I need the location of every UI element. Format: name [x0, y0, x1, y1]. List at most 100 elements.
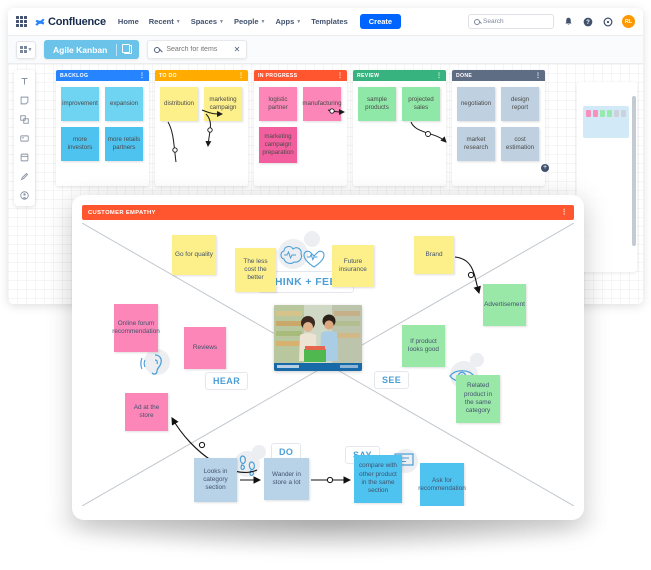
kanban-card[interactable]: negotiation	[457, 87, 495, 121]
column-body[interactable]: sample products projected sales	[353, 81, 446, 186]
shapes-tool-icon[interactable]	[17, 112, 32, 126]
global-search-box[interactable]: Search	[468, 14, 554, 29]
add-column-button[interactable]: +	[541, 164, 549, 172]
screenshot-stage: Confluence Home Recent ▼ Spaces ▼ People ▼ …	[0, 0, 651, 570]
text-tool-icon[interactable]	[17, 74, 32, 88]
kanban-card[interactable]: marketing campaign	[204, 87, 242, 121]
column-header[interactable]: BACKLOG ⋮	[56, 70, 149, 81]
mini-note	[599, 110, 606, 117]
sticky-note-tool-icon[interactable]	[17, 93, 32, 107]
help-icon[interactable]: ?	[582, 16, 594, 28]
empathy-canvas[interactable]: THINK + FEEL HEAR SEE DO SAY Go for qual…	[82, 223, 574, 506]
empathy-header: CUSTOMER EMPATHY ⋮	[82, 205, 574, 220]
column-header[interactable]: IN PROGRESS ⋮	[254, 70, 347, 81]
nav-item-recent[interactable]: Recent ▼	[149, 17, 181, 26]
empathy-note[interactable]: Wander in store a lot	[264, 458, 309, 500]
nav-item-home[interactable]: Home	[118, 17, 139, 26]
global-nav-actions: Search ? RL	[468, 14, 635, 29]
mini-note	[613, 110, 620, 117]
column-header[interactable]: TO DO ⋮	[155, 70, 248, 81]
column-body[interactable]: distribution marketing campaign	[155, 81, 248, 186]
chevron-down-icon: ▼	[260, 18, 266, 25]
vertical-scrollbar[interactable]	[632, 96, 636, 246]
kanban-column-review: REVIEW ⋮ sample products projected sales	[353, 70, 446, 186]
global-navigation-bar: Confluence Home Recent ▼ Spaces ▼ People ▼ …	[8, 8, 643, 36]
kanban-card[interactable]: expansion	[105, 87, 143, 121]
kanban-card[interactable]: market research	[457, 127, 495, 161]
image-tool-icon[interactable]	[17, 131, 32, 145]
column-body[interactable]: negotiation design report market researc…	[452, 81, 545, 186]
empathy-note[interactable]: Ask for recommendation	[418, 463, 466, 506]
kanban-board: BACKLOG ⋮ improvement expansion more inv…	[56, 70, 545, 186]
nav-label: Recent	[148, 17, 174, 26]
pen-tool-icon[interactable]	[17, 169, 32, 183]
mini-note	[606, 110, 613, 117]
gear-icon[interactable]	[602, 16, 614, 28]
kanban-card[interactable]: logistic partner	[259, 87, 297, 121]
empathy-note[interactable]: The less cost the better	[235, 248, 276, 292]
copy-icon	[122, 44, 133, 54]
mini-note	[592, 110, 599, 117]
app-switcher-icon[interactable]	[16, 15, 28, 28]
center-photo	[274, 305, 362, 371]
column-body[interactable]: improvement expansion more investors mor…	[56, 81, 149, 186]
confluence-logo[interactable]: Confluence	[35, 16, 106, 28]
duplicate-board-button[interactable]	[117, 44, 139, 54]
mini-board-preview	[583, 106, 629, 138]
kanban-card[interactable]: sample products	[358, 87, 396, 121]
kanban-card[interactable]: manufacturing	[302, 87, 342, 121]
chevron-down-icon: ▼	[175, 18, 181, 25]
kanban-card[interactable]: distribution	[160, 87, 198, 121]
primary-nav: Home Recent ▼ Spaces ▼ People ▼ Apps ▼ Templ…	[118, 17, 348, 26]
nav-label: Templates	[311, 17, 348, 26]
empathy-note[interactable]: Advertisement	[483, 284, 526, 326]
kanban-card[interactable]: improvement	[61, 87, 99, 121]
brand-name: Confluence	[48, 15, 106, 28]
nav-item-spaces[interactable]: Spaces ▼	[191, 17, 224, 26]
empathy-note[interactable]: If product looks good	[402, 325, 445, 367]
empathy-note[interactable]: Related product in the same category	[456, 375, 500, 423]
empathy-note[interactable]: Online forum recommendation	[112, 304, 160, 352]
template-preview-panel[interactable]	[577, 82, 637, 272]
quadrant-label-hear: HEAR	[205, 372, 249, 390]
nav-label: People	[233, 17, 259, 26]
board-title: Agile Kanban	[53, 44, 108, 55]
board-view-switcher[interactable]: ▼	[16, 40, 36, 59]
column-header[interactable]: DONE ⋮	[452, 70, 545, 81]
kanban-card[interactable]: more investors	[61, 127, 99, 161]
column-header[interactable]: REVIEW ⋮	[353, 70, 446, 81]
nav-label: Spaces	[190, 17, 217, 26]
nav-item-templates[interactable]: Templates	[311, 17, 348, 26]
empathy-note[interactable]: Future insurance	[332, 245, 374, 287]
empathy-note[interactable]: Reviews	[184, 327, 226, 369]
empathy-note[interactable]: compare with other product in the same s…	[354, 455, 402, 503]
avatar[interactable]: RL	[622, 15, 635, 28]
column-title: DONE	[456, 72, 473, 79]
user-tool-icon[interactable]	[17, 188, 32, 202]
column-body[interactable]: logistic partner manufacturing marketing…	[254, 81, 347, 186]
kanban-card[interactable]: cost estimation	[501, 127, 539, 161]
empathy-note[interactable]: Ad at the store	[125, 393, 168, 431]
global-search-placeholder: Search	[483, 18, 504, 25]
empathy-note[interactable]: Go for quality	[172, 235, 216, 275]
quadrant-label-see: SEE	[374, 371, 410, 389]
board-title-pill[interactable]: Agile Kanban	[44, 40, 140, 59]
frame-tool-icon[interactable]	[17, 150, 32, 164]
empathy-note[interactable]: Brand	[414, 236, 454, 274]
kanban-card[interactable]: more retails partners	[105, 127, 143, 161]
nav-item-apps[interactable]: Apps ▼	[276, 17, 302, 26]
create-button[interactable]: Create	[359, 13, 402, 30]
search-icon	[154, 46, 161, 53]
kanban-card[interactable]: marketing campaign preparation	[259, 127, 297, 163]
kanban-card[interactable]: projected sales	[402, 87, 440, 121]
search-input[interactable]	[164, 45, 230, 54]
nav-item-people[interactable]: People ▼	[234, 17, 266, 26]
kanban-card[interactable]: design report	[501, 87, 539, 121]
board-search-box[interactable]: ✕	[147, 40, 248, 59]
mini-note	[586, 110, 592, 117]
clear-search-button[interactable]: ✕	[234, 45, 241, 54]
board-toolbar: ▼ Agile Kanban ✕	[8, 36, 643, 64]
empathy-note[interactable]: Looks in category section	[194, 458, 237, 502]
confluence-mark-icon	[35, 18, 45, 26]
notifications-icon[interactable]	[562, 16, 574, 28]
